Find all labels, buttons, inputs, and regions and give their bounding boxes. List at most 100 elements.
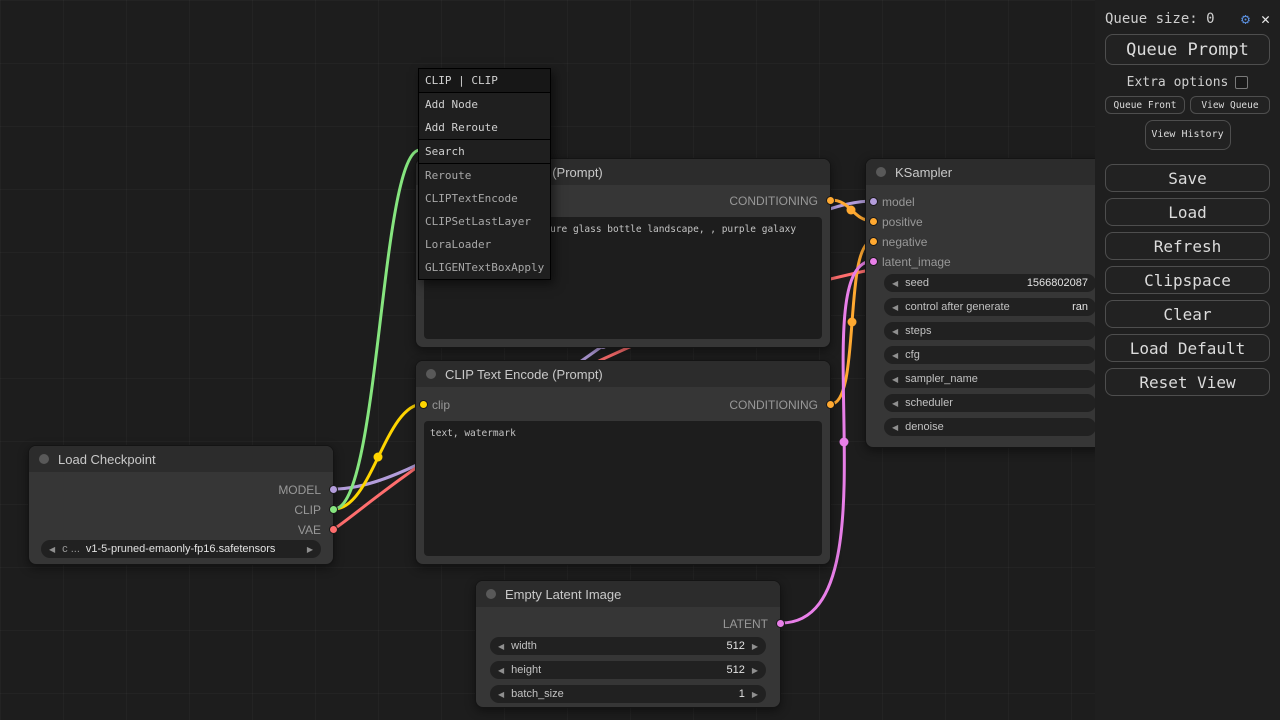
widget-label: scheduler [905, 397, 953, 409]
seed-widget[interactable]: ◀ seed 1566802087 [884, 274, 1096, 292]
width-widget[interactable]: ◀ width 512 ▶ [490, 637, 766, 655]
decrement-arrow-icon[interactable]: ◀ [892, 303, 898, 312]
app-window: Load Checkpoint MODEL CLIP VAE ◀ c ... v… [0, 0, 1280, 720]
batch-size-widget[interactable]: ◀ batch_size 1 ▶ [490, 685, 766, 703]
collapse-dot-icon[interactable] [876, 167, 886, 177]
node-empty-latent-image[interactable]: Empty Latent Image LATENT ◀ width 512 ▶ … [475, 580, 781, 708]
menu-item-add-node[interactable]: Add Node [419, 93, 550, 116]
decrement-arrow-icon[interactable]: ◀ [49, 545, 55, 554]
prompt-textarea[interactable]: text, watermark [424, 421, 822, 556]
save-button[interactable]: Save [1105, 164, 1270, 192]
clip-input-slot[interactable] [419, 400, 428, 409]
cfg-widget[interactable]: ◀ cfg [884, 346, 1096, 364]
decrement-arrow-icon[interactable]: ◀ [892, 279, 898, 288]
slot-label: negative [882, 235, 927, 249]
widget-value: 1 [739, 688, 745, 700]
queue-prompt-button[interactable]: Queue Prompt [1105, 34, 1270, 65]
widget-label: height [511, 664, 541, 676]
collapse-dot-icon[interactable] [39, 454, 49, 464]
node-header[interactable]: Empty Latent Image [476, 581, 780, 607]
decrement-arrow-icon[interactable]: ◀ [498, 642, 504, 651]
menu-item-loraloader[interactable]: LoraLoader [419, 233, 550, 256]
increment-arrow-icon[interactable]: ▶ [752, 642, 758, 651]
collapse-dot-icon[interactable] [486, 589, 496, 599]
extra-options-checkbox[interactable] [1235, 76, 1248, 89]
vae-output: VAE [298, 522, 333, 538]
model-output-slot[interactable] [329, 485, 338, 494]
node-header[interactable]: CLIP Text Encode (Prompt) [416, 361, 830, 387]
settings-gear-icon[interactable]: ⚙ [1241, 10, 1250, 28]
scheduler-widget[interactable]: ◀ scheduler [884, 394, 1096, 412]
widget-value: v1-5-pruned-emaonly-fp16.safetensors [86, 543, 276, 555]
load-button[interactable]: Load [1105, 198, 1270, 226]
decrement-arrow-icon[interactable]: ◀ [892, 327, 898, 336]
menu-item-reroute[interactable]: Reroute [419, 164, 550, 187]
widget-value: 512 [726, 640, 744, 652]
slot-label: model [882, 195, 915, 209]
queue-front-button[interactable]: Queue Front [1105, 96, 1185, 114]
decrement-arrow-icon[interactable]: ◀ [892, 399, 898, 408]
context-menu-title: CLIP | CLIP [419, 69, 550, 93]
refresh-button[interactable]: Refresh [1105, 232, 1270, 260]
denoise-widget[interactable]: ◀ denoise [884, 418, 1096, 436]
control-after-generate-widget[interactable]: ◀ control after generate ran [884, 298, 1096, 316]
slot-label: LATENT [723, 617, 768, 631]
node-title: Load Checkpoint [58, 452, 156, 467]
menu-item-add-reroute[interactable]: Add Reroute [419, 116, 550, 139]
sampler-name-widget[interactable]: ◀ sampler_name [884, 370, 1096, 388]
decrement-arrow-icon[interactable]: ◀ [498, 666, 504, 675]
node-title: CLIP Text Encode (Prompt) [445, 367, 603, 382]
decrement-arrow-icon[interactable]: ◀ [892, 351, 898, 360]
menu-item-cliptextencode[interactable]: CLIPTextEncode [419, 187, 550, 210]
node-load-checkpoint[interactable]: Load Checkpoint MODEL CLIP VAE ◀ c ... v… [28, 445, 334, 565]
load-default-button[interactable]: Load Default [1105, 334, 1270, 362]
collapse-dot-icon[interactable] [426, 369, 436, 379]
slot-label: positive [882, 215, 923, 229]
clip-output-slot[interactable] [329, 505, 338, 514]
latent-image-input-slot[interactable] [869, 257, 878, 266]
extra-options-label: Extra options [1127, 75, 1229, 90]
latent-output-slot[interactable] [776, 619, 785, 628]
increment-arrow-icon[interactable]: ▶ [752, 690, 758, 699]
widget-label: steps [905, 325, 931, 337]
model-input-slot[interactable] [869, 197, 878, 206]
menu-item-gligentextboxapply[interactable]: GLIGENTextBoxApply [419, 256, 550, 279]
negative-input-slot[interactable] [869, 237, 878, 246]
decrement-arrow-icon[interactable]: ◀ [892, 423, 898, 432]
view-queue-button[interactable]: View Queue [1190, 96, 1270, 114]
node-header[interactable]: KSampler [866, 159, 1104, 185]
widget-label: cfg [905, 349, 920, 361]
clear-button[interactable]: Clear [1105, 300, 1270, 328]
widget-label: c ... [62, 543, 80, 555]
vae-output-slot[interactable] [329, 525, 338, 534]
menu-search-input[interactable]: Search [419, 140, 550, 163]
conditioning-output: CONDITIONING [729, 397, 830, 413]
latent-output: LATENT [723, 616, 780, 632]
node-ksampler[interactable]: KSampler model positive negative latent_… [865, 158, 1105, 448]
node-title: KSampler [895, 165, 952, 180]
view-history-button[interactable]: View History [1145, 120, 1231, 150]
reset-view-button[interactable]: Reset View [1105, 368, 1270, 396]
widget-label: control after generate [905, 301, 1010, 313]
negative-input: negative [866, 234, 927, 250]
increment-arrow-icon[interactable]: ▶ [307, 545, 313, 554]
menu-item-clipsetlastlayer[interactable]: CLIPSetLastLayer [419, 210, 550, 233]
clipspace-button[interactable]: Clipspace [1105, 266, 1270, 294]
decrement-arrow-icon[interactable]: ◀ [498, 690, 504, 699]
slot-label: MODEL [278, 483, 321, 497]
model-output: MODEL [278, 482, 333, 498]
increment-arrow-icon[interactable]: ▶ [752, 666, 758, 675]
node-clip-text-encode-2[interactable]: CLIP Text Encode (Prompt) clip CONDITION… [415, 360, 831, 565]
positive-input-slot[interactable] [869, 217, 878, 226]
ckpt-name-widget[interactable]: ◀ c ... v1-5-pruned-emaonly-fp16.safeten… [41, 540, 321, 558]
close-icon[interactable]: ✕ [1261, 10, 1270, 28]
conditioning-output-slot[interactable] [826, 400, 835, 409]
slot-label: latent_image [882, 255, 951, 269]
steps-widget[interactable]: ◀ steps [884, 322, 1096, 340]
height-widget[interactable]: ◀ height 512 ▶ [490, 661, 766, 679]
node-header[interactable]: Load Checkpoint [29, 446, 333, 472]
widget-label: denoise [905, 421, 944, 433]
conditioning-output-slot[interactable] [826, 196, 835, 205]
clip-output: CLIP [294, 502, 333, 518]
decrement-arrow-icon[interactable]: ◀ [892, 375, 898, 384]
